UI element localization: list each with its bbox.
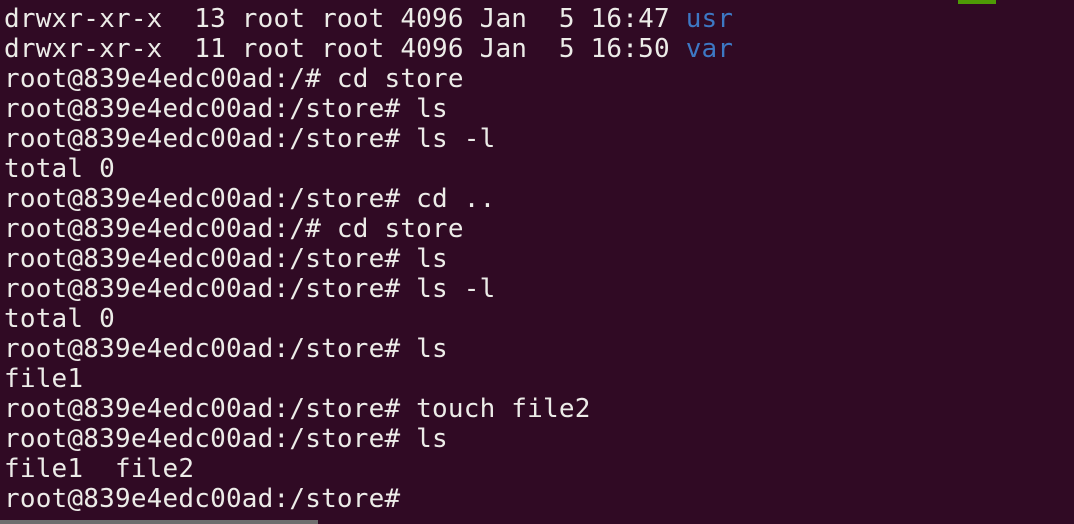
partial-highlight [958, 0, 996, 4]
output-line: total 0 [4, 304, 115, 334]
permission-info: drwxr-xr-x 11 root root 4096 Jan 5 16:50 [4, 34, 686, 64]
command-line: root@839e4edc00ad:/store# ls [4, 424, 448, 454]
command-line: root@839e4edc00ad:/store# touch file2 [4, 394, 591, 424]
shell-prompt: root@839e4edc00ad:/store# [4, 484, 401, 514]
command-line: root@839e4edc00ad:/store# ls -l [4, 274, 496, 304]
output-line: total 0 [4, 154, 115, 184]
bottom-scrollbar[interactable] [0, 520, 318, 524]
output-line: file1 [4, 364, 84, 394]
current-prompt-line[interactable]: root@839e4edc00ad:/store# [4, 484, 733, 514]
command-line: root@839e4edc00ad:/store# ls [4, 244, 448, 274]
terminal-output: drwxr-xr-x 13 root root 4096 Jan 5 16:47… [4, 4, 733, 514]
command-line: root@839e4edc00ad:/# cd store [4, 214, 464, 244]
permission-info: drwxr-xr-x 13 root root 4096 Jan 5 16:47 [4, 4, 686, 34]
terminal-window[interactable]: drwxr-xr-x 13 root root 4096 Jan 5 16:47… [0, 0, 1074, 524]
command-line: root@839e4edc00ad:/# cd store [4, 64, 464, 94]
command-line: root@839e4edc00ad:/store# ls [4, 334, 448, 364]
command-line: root@839e4edc00ad:/store# ls -l [4, 124, 496, 154]
directory-name-var: var [685, 34, 734, 64]
output-line: file1 file2 [4, 454, 195, 484]
command-line: root@839e4edc00ad:/store# cd .. [4, 184, 496, 214]
command-line: root@839e4edc00ad:/store# ls [4, 94, 448, 124]
ls-output-line-usr: drwxr-xr-x 13 root root 4096 Jan 5 16:47… [4, 4, 733, 34]
ls-output-line-var: drwxr-xr-x 11 root root 4096 Jan 5 16:50… [4, 34, 733, 64]
directory-name-usr: usr [685, 4, 734, 34]
